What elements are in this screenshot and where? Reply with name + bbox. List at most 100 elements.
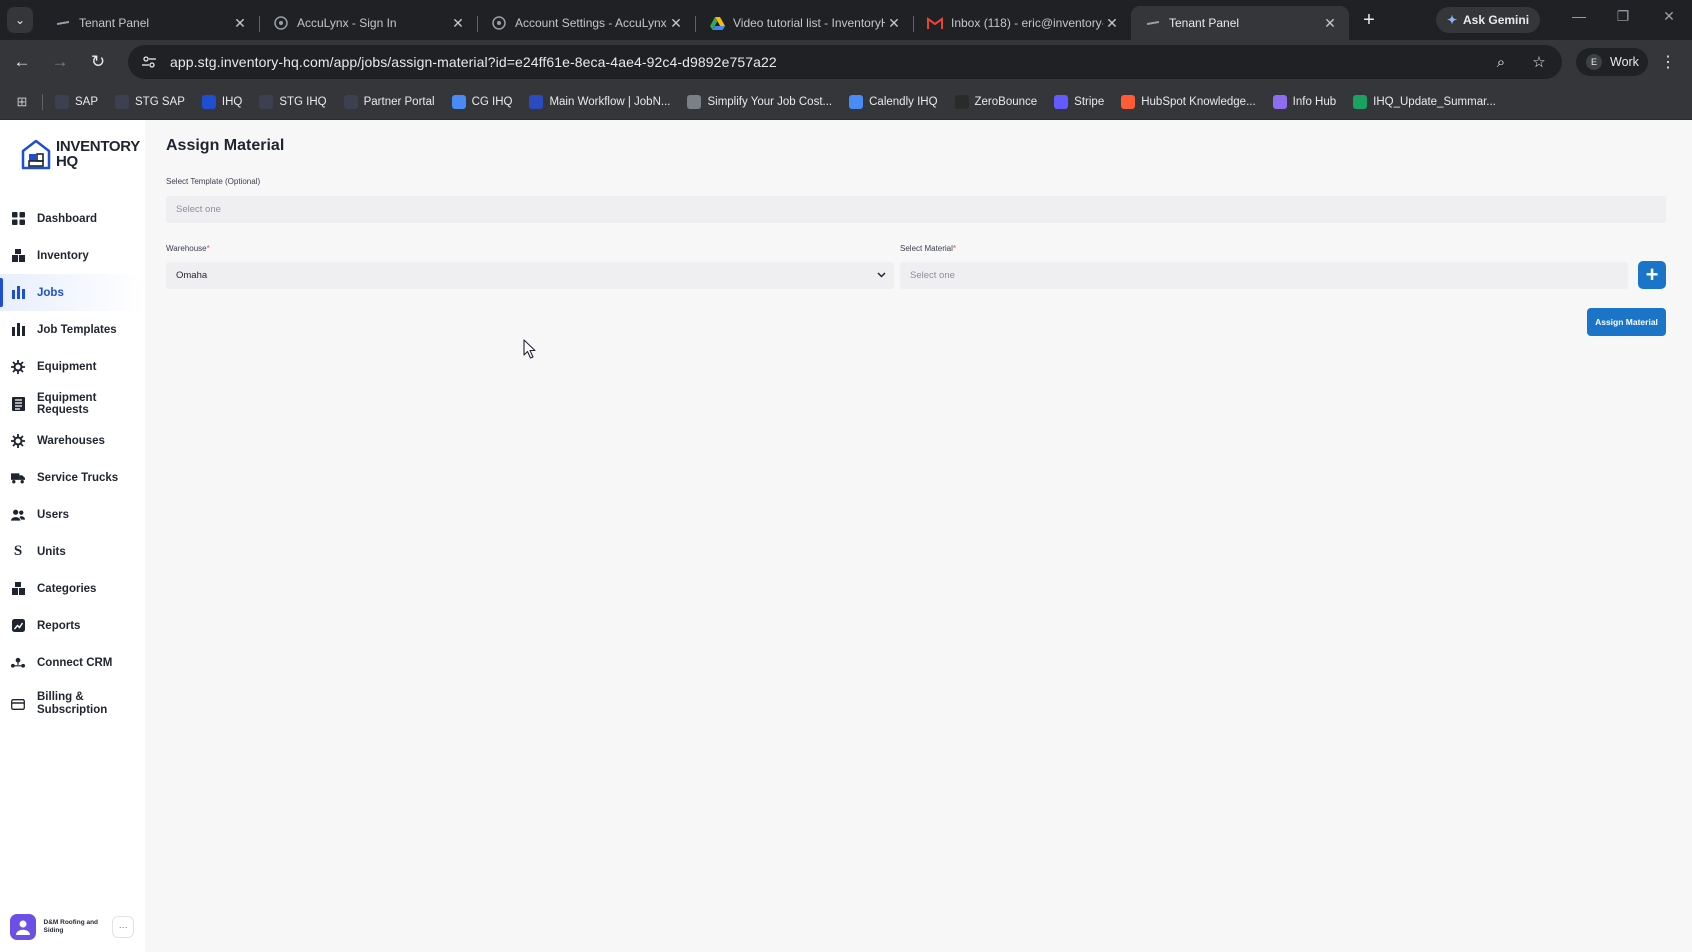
bookmarks-bar: ⊞ SAP STG SAP IHQ STG IHQ Partner Portal… bbox=[0, 84, 1692, 120]
sidebar-item-users[interactable]: Users bbox=[0, 496, 145, 533]
bookmark-item[interactable]: STG IHQ bbox=[259, 94, 327, 109]
logo-line-1: INVENTORY bbox=[56, 138, 140, 155]
sidebar-item-jobs[interactable]: Jobs bbox=[0, 274, 145, 311]
organization-switcher[interactable]: D&M Roofing and Siding ··· bbox=[10, 914, 134, 940]
restore-window-icon[interactable]: ❐ bbox=[1608, 8, 1638, 25]
bookmark-favicon-icon bbox=[55, 94, 69, 109]
sidebar-item-inventory[interactable]: Inventory bbox=[0, 237, 145, 274]
bookmark-item[interactable]: HubSpot Knowledge... bbox=[1121, 94, 1256, 109]
categories-icon bbox=[11, 582, 25, 596]
bookmarks-divider bbox=[42, 93, 43, 110]
address-bar-actions: ⌕ ☆ bbox=[1488, 49, 1552, 75]
bookmark-item[interactable]: Calendly IHQ bbox=[849, 94, 938, 109]
tab-account-settings[interactable]: Account Settings - AccuLynx ✕ bbox=[477, 6, 696, 40]
bookmark-item[interactable]: STG SAP bbox=[115, 94, 185, 109]
bookmark-item[interactable]: IHQ_Update_Summar... bbox=[1353, 94, 1496, 109]
bookmark-label: Calendly IHQ bbox=[869, 95, 938, 108]
tab-gmail-inbox[interactable]: Inbox (118) - eric@inventory-h ✕ bbox=[913, 6, 1131, 40]
add-material-button[interactable]: + bbox=[1638, 261, 1666, 289]
tab-search-icon[interactable]: ⌄ bbox=[7, 7, 33, 33]
ask-gemini-button[interactable]: ✦ Ask Gemini bbox=[1436, 7, 1540, 33]
address-bar[interactable]: app.stg.inventory-hq.com/app/jobs/assign… bbox=[128, 45, 1562, 79]
more-options-icon[interactable]: ··· bbox=[112, 916, 134, 938]
required-asterisk: * bbox=[206, 244, 210, 253]
bookmark-item[interactable]: Info Hub bbox=[1272, 94, 1336, 109]
template-label: Select Template (Optional) bbox=[166, 177, 260, 186]
material-select[interactable]: Select one bbox=[900, 262, 1628, 289]
user-icon bbox=[15, 920, 30, 935]
assign-material-button[interactable]: Assign Material bbox=[1587, 308, 1666, 336]
tab-title: Tenant Panel bbox=[79, 16, 150, 30]
close-window-icon[interactable]: ✕ bbox=[1654, 8, 1684, 25]
close-tab-icon[interactable]: ✕ bbox=[667, 14, 685, 32]
gmail-favicon-icon bbox=[927, 15, 943, 31]
tab-tenant-panel-active[interactable]: Tenant Panel ✕ bbox=[1131, 6, 1349, 40]
minimize-window-icon[interactable]: — bbox=[1564, 8, 1594, 24]
sidebar-item-reports[interactable]: Reports bbox=[0, 607, 145, 644]
bookmark-favicon-icon bbox=[259, 94, 274, 109]
forward-icon[interactable]: → bbox=[44, 46, 76, 78]
tab-acculynx-sign-in[interactable]: AccuLynx - Sign In ✕ bbox=[259, 6, 478, 40]
site-info-icon[interactable] bbox=[134, 47, 164, 77]
sidebar-item-label: Users bbox=[37, 508, 69, 521]
tab-video-tutorial-list[interactable]: Video tutorial list - InventoryH ✕ bbox=[695, 6, 914, 40]
bookmark-item[interactable]: IHQ bbox=[201, 94, 242, 109]
ihq-favicon-icon bbox=[1145, 15, 1161, 31]
bookmark-item[interactable]: Simplify Your Job Cost... bbox=[687, 94, 832, 109]
material-label: Select Material* bbox=[900, 244, 956, 253]
apps-grid-icon[interactable]: ⊞ bbox=[12, 92, 32, 112]
bookmark-label: HubSpot Knowledge... bbox=[1141, 95, 1256, 108]
sidebar-item-dashboard[interactable]: Dashboard bbox=[0, 200, 145, 237]
sidebar-item-billing-subscription[interactable]: Billing & Subscription bbox=[0, 681, 145, 727]
sidebar-item-warehouses[interactable]: Warehouses bbox=[0, 422, 145, 459]
close-tab-icon[interactable]: ✕ bbox=[1321, 14, 1339, 32]
sidebar-item-connect-crm[interactable]: Connect CRM bbox=[0, 644, 145, 681]
bookmark-star-icon[interactable]: ☆ bbox=[1526, 49, 1552, 75]
bookmark-item[interactable]: Stripe bbox=[1054, 94, 1104, 109]
warehouse-select[interactable]: Omaha bbox=[166, 262, 894, 289]
close-tab-icon[interactable]: ✕ bbox=[231, 14, 249, 32]
sidebar-item-equipment[interactable]: Equipment bbox=[0, 348, 145, 385]
inventory-hq-logo[interactable]: INVENTORY HQ bbox=[20, 138, 140, 170]
bookmark-item[interactable]: Main Workflow | JobN... bbox=[529, 94, 670, 109]
jobs-icon bbox=[11, 286, 25, 300]
job-templates-icon bbox=[11, 323, 25, 337]
template-select[interactable]: Select one bbox=[166, 196, 1666, 223]
bookmark-item[interactable]: CG IHQ bbox=[451, 94, 512, 109]
connect-crm-icon bbox=[11, 656, 25, 670]
sidebar-item-categories[interactable]: Categories bbox=[0, 570, 145, 607]
url-text[interactable]: app.stg.inventory-hq.com/app/jobs/assign… bbox=[170, 54, 777, 70]
close-tab-icon[interactable]: ✕ bbox=[885, 14, 903, 32]
required-asterisk: * bbox=[952, 244, 957, 253]
profile-button[interactable]: E Work bbox=[1576, 48, 1648, 76]
close-tab-icon[interactable]: ✕ bbox=[449, 14, 467, 32]
new-tab-button[interactable]: + bbox=[1355, 6, 1383, 34]
bookmark-item[interactable]: SAP bbox=[55, 94, 99, 109]
sidebar-item-units[interactable]: S Units bbox=[0, 533, 145, 570]
material-select-placeholder: Select one bbox=[910, 270, 955, 281]
bookmark-favicon-icon bbox=[529, 94, 544, 109]
sidebar-item-equipment-requests[interactable]: Equipment Requests bbox=[0, 385, 145, 422]
browser-menu-icon[interactable]: ⋮ bbox=[1660, 52, 1676, 72]
acculynx-favicon-icon bbox=[273, 15, 289, 31]
mouse-cursor-icon bbox=[523, 339, 536, 359]
tab-tenant-panel[interactable]: Tenant Panel ✕ bbox=[41, 6, 260, 40]
bookmark-item[interactable]: Partner Portal bbox=[343, 94, 435, 109]
bookmark-label: SAP bbox=[75, 95, 99, 108]
bookmark-favicon-icon bbox=[687, 94, 702, 109]
bookmark-item[interactable]: ZeroBounce bbox=[954, 94, 1037, 109]
warehouses-icon bbox=[11, 433, 25, 448]
browser-tab-strip: ⌄ Tenant Panel ✕ AccuLynx - Sign In ✕ Ac… bbox=[0, 0, 1692, 40]
reports-icon bbox=[11, 619, 25, 633]
sidebar-item-job-templates[interactable]: Job Templates bbox=[0, 311, 145, 348]
zoom-icon[interactable]: ⌕ bbox=[1488, 49, 1514, 75]
template-label-text: Select Template (Optional) bbox=[166, 177, 261, 186]
reload-icon[interactable]: ↻ bbox=[82, 46, 114, 78]
sidebar-item-service-trucks[interactable]: Service Trucks bbox=[0, 459, 145, 496]
sidebar-item-label: Inventory bbox=[37, 249, 89, 262]
tab-title: Video tutorial list - InventoryH bbox=[733, 16, 885, 30]
logo-line-2: HQ bbox=[56, 153, 78, 170]
back-icon[interactable]: ← bbox=[6, 46, 38, 78]
close-tab-icon[interactable]: ✕ bbox=[1103, 14, 1121, 32]
sidebar-item-label: Reports bbox=[37, 619, 81, 632]
